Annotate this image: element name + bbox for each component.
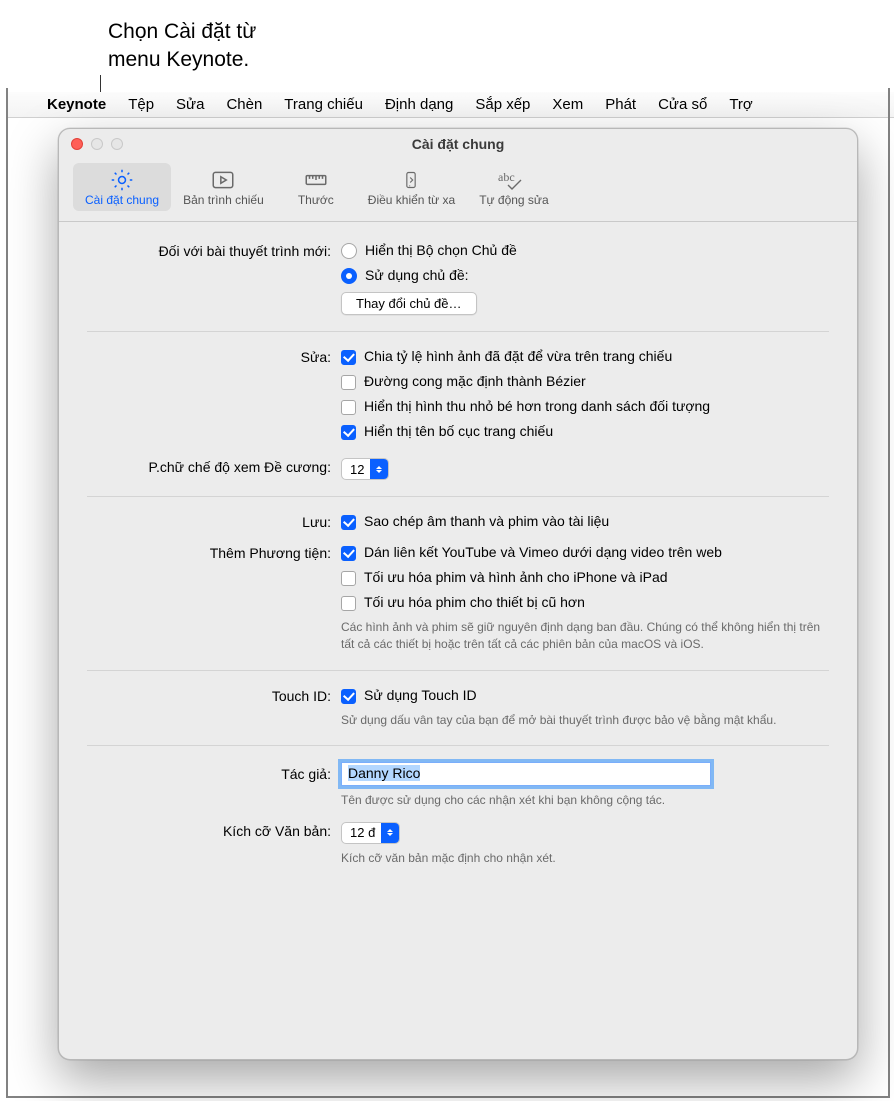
divider: [87, 670, 829, 671]
radio-use-theme[interactable]: Sử dụng chủ đề:: [341, 267, 829, 284]
checkbox-icon: [341, 425, 356, 440]
menu-window[interactable]: Cửa sổ: [647, 96, 718, 113]
check-paste-web-video[interactable]: Dán liên kết YouTube và Vimeo dưới dạng …: [341, 544, 829, 561]
chevron-up-down-icon: [381, 823, 399, 843]
text-size-select[interactable]: 12 đ: [341, 822, 400, 844]
menu-format[interactable]: Định dạng: [374, 96, 464, 113]
minimize-window-button[interactable]: [91, 138, 103, 150]
checkbox-icon: [341, 375, 356, 390]
tab-slideshow[interactable]: Bản trình chiếu: [171, 163, 276, 211]
check-copy-media[interactable]: Sao chép âm thanh và phim vào tài liệu: [341, 513, 829, 530]
check-scale-images[interactable]: Chia tỷ lệ hình ảnh đã đặt để vừa trên t…: [341, 348, 829, 365]
radio-icon: [341, 268, 357, 284]
menubar: Keynote Tệp Sửa Chèn Trang chiếu Định dạ…: [6, 92, 894, 118]
checkbox-icon: [341, 546, 356, 561]
menu-slide[interactable]: Trang chiếu: [273, 96, 374, 113]
menu-insert[interactable]: Chèn: [215, 96, 273, 113]
divider: [87, 331, 829, 332]
radio-show-theme-chooser[interactable]: Hiển thị Bộ chọn Chủ đề: [341, 242, 829, 259]
menu-arrange[interactable]: Sắp xếp: [464, 96, 541, 113]
author-input[interactable]: Danny Rico: [341, 762, 711, 786]
close-window-button[interactable]: [71, 138, 83, 150]
checkbox-icon: [341, 596, 356, 611]
radio-icon: [341, 243, 357, 259]
window-title: Cài đặt chung: [412, 136, 505, 152]
titlebar: Cài đặt chung: [59, 129, 857, 159]
author-hint: Tên được sử dụng cho các nhận xét khi bạ…: [341, 792, 829, 809]
check-label: Tối ưu hóa phim và hình ảnh cho iPhone v…: [364, 569, 668, 585]
tab-autocorrect[interactable]: abc Tự động sửa: [467, 163, 560, 211]
phone-icon: [401, 167, 421, 193]
check-label: Đường cong mặc định thành Bézier: [364, 373, 586, 389]
check-show-layout-names[interactable]: Hiển thị tên bố cục trang chiếu: [341, 423, 829, 440]
textsize-hint: Kích cỡ văn bản mặc định cho nhận xét.: [341, 850, 829, 867]
label-touchid: Touch ID:: [87, 687, 341, 704]
label-editing: Sửa:: [87, 348, 341, 365]
checkbox-icon: [341, 400, 356, 415]
preference-tabs: Cài đặt chung Bản trình chiếu Thước Điều…: [59, 159, 857, 222]
check-label: Sao chép âm thanh và phim vào tài liệu: [364, 513, 609, 529]
check-label: Hiển thị tên bố cục trang chiếu: [364, 423, 553, 439]
media-hint: Các hình ảnh và phim sẽ giữ nguyên định …: [341, 619, 829, 654]
select-value: 12: [350, 462, 364, 477]
gear-icon: [109, 167, 135, 193]
touchid-hint: Sử dụng dấu vân tay của bạn để mở bài th…: [341, 712, 829, 729]
check-optimize-iphone-ipad[interactable]: Tối ưu hóa phim và hình ảnh cho iPhone v…: [341, 569, 829, 586]
zoom-window-button[interactable]: [111, 138, 123, 150]
check-label: Tối ưu hóa phim cho thiết bị cũ hơn: [364, 594, 585, 610]
check-use-touchid[interactable]: Sử dụng Touch ID: [341, 687, 829, 704]
tab-label: Thước: [298, 193, 334, 207]
label-adding-media: Thêm Phương tiện:: [87, 544, 341, 561]
label-outline-font: P.chữ chế độ xem Đề cương:: [87, 458, 341, 475]
check-label: Hiển thị hình thu nhỏ bé hơn trong danh …: [364, 398, 710, 414]
tab-rulers[interactable]: Thước: [276, 163, 356, 211]
check-label: Chia tỷ lệ hình ảnh đã đặt để vừa trên t…: [364, 348, 672, 364]
check-label: Dán liên kết YouTube và Vimeo dưới dạng …: [364, 544, 722, 560]
abc-check-icon: abc: [494, 167, 534, 193]
check-smaller-thumbnails[interactable]: Hiển thị hình thu nhỏ bé hơn trong danh …: [341, 398, 829, 415]
preferences-window: Cài đặt chung Cài đặt chung Bản trình ch…: [58, 128, 858, 1060]
tab-label: Cài đặt chung: [85, 193, 159, 207]
radio-label: Hiển thị Bộ chọn Chủ đề: [365, 242, 517, 258]
label-saving: Lưu:: [87, 513, 341, 530]
menu-play[interactable]: Phát: [594, 96, 647, 113]
check-optimize-older[interactable]: Tối ưu hóa phim cho thiết bị cũ hơn: [341, 594, 829, 611]
play-rect-icon: [210, 167, 236, 193]
select-value: 12 đ: [350, 825, 375, 840]
checkbox-icon: [341, 515, 356, 530]
change-theme-button[interactable]: Thay đổi chủ đề…: [341, 292, 477, 315]
tab-general[interactable]: Cài đặt chung: [73, 163, 171, 211]
callout-text: Chọn Cài đặt từ menu Keynote.: [108, 18, 256, 75]
check-bezier-default[interactable]: Đường cong mặc định thành Bézier: [341, 373, 829, 390]
tab-remotes[interactable]: Điều khiển từ xa: [356, 163, 467, 211]
menu-edit[interactable]: Sửa: [165, 96, 215, 113]
divider: [87, 745, 829, 746]
checkbox-icon: [341, 571, 356, 586]
menu-keynote[interactable]: Keynote: [36, 96, 117, 113]
ruler-icon: [303, 167, 329, 193]
preferences-content: Đối với bài thuyết trình mới: Hiển thị B…: [59, 222, 857, 891]
tab-label: Điều khiển từ xa: [368, 193, 455, 207]
author-value: Danny Rico: [348, 765, 420, 781]
checkbox-icon: [341, 689, 356, 704]
label-text-size: Kích cỡ Văn bản:: [87, 822, 341, 839]
menu-help[interactable]: Trợ: [718, 96, 763, 113]
label-new-presentation: Đối với bài thuyết trình mới:: [87, 242, 341, 259]
check-label: Sử dụng Touch ID: [364, 687, 477, 703]
svg-text:abc: abc: [498, 170, 515, 184]
radio-label: Sử dụng chủ đề:: [365, 267, 469, 283]
chevron-up-down-icon: [370, 459, 388, 479]
label-author: Tác giả:: [87, 762, 341, 782]
divider: [87, 496, 829, 497]
outline-font-size-select[interactable]: 12: [341, 458, 389, 480]
tab-label: Tự động sửa: [479, 193, 548, 207]
checkbox-icon: [341, 350, 356, 365]
tab-label: Bản trình chiếu: [183, 193, 264, 207]
menu-file[interactable]: Tệp: [117, 96, 165, 113]
menu-view[interactable]: Xem: [541, 96, 594, 113]
